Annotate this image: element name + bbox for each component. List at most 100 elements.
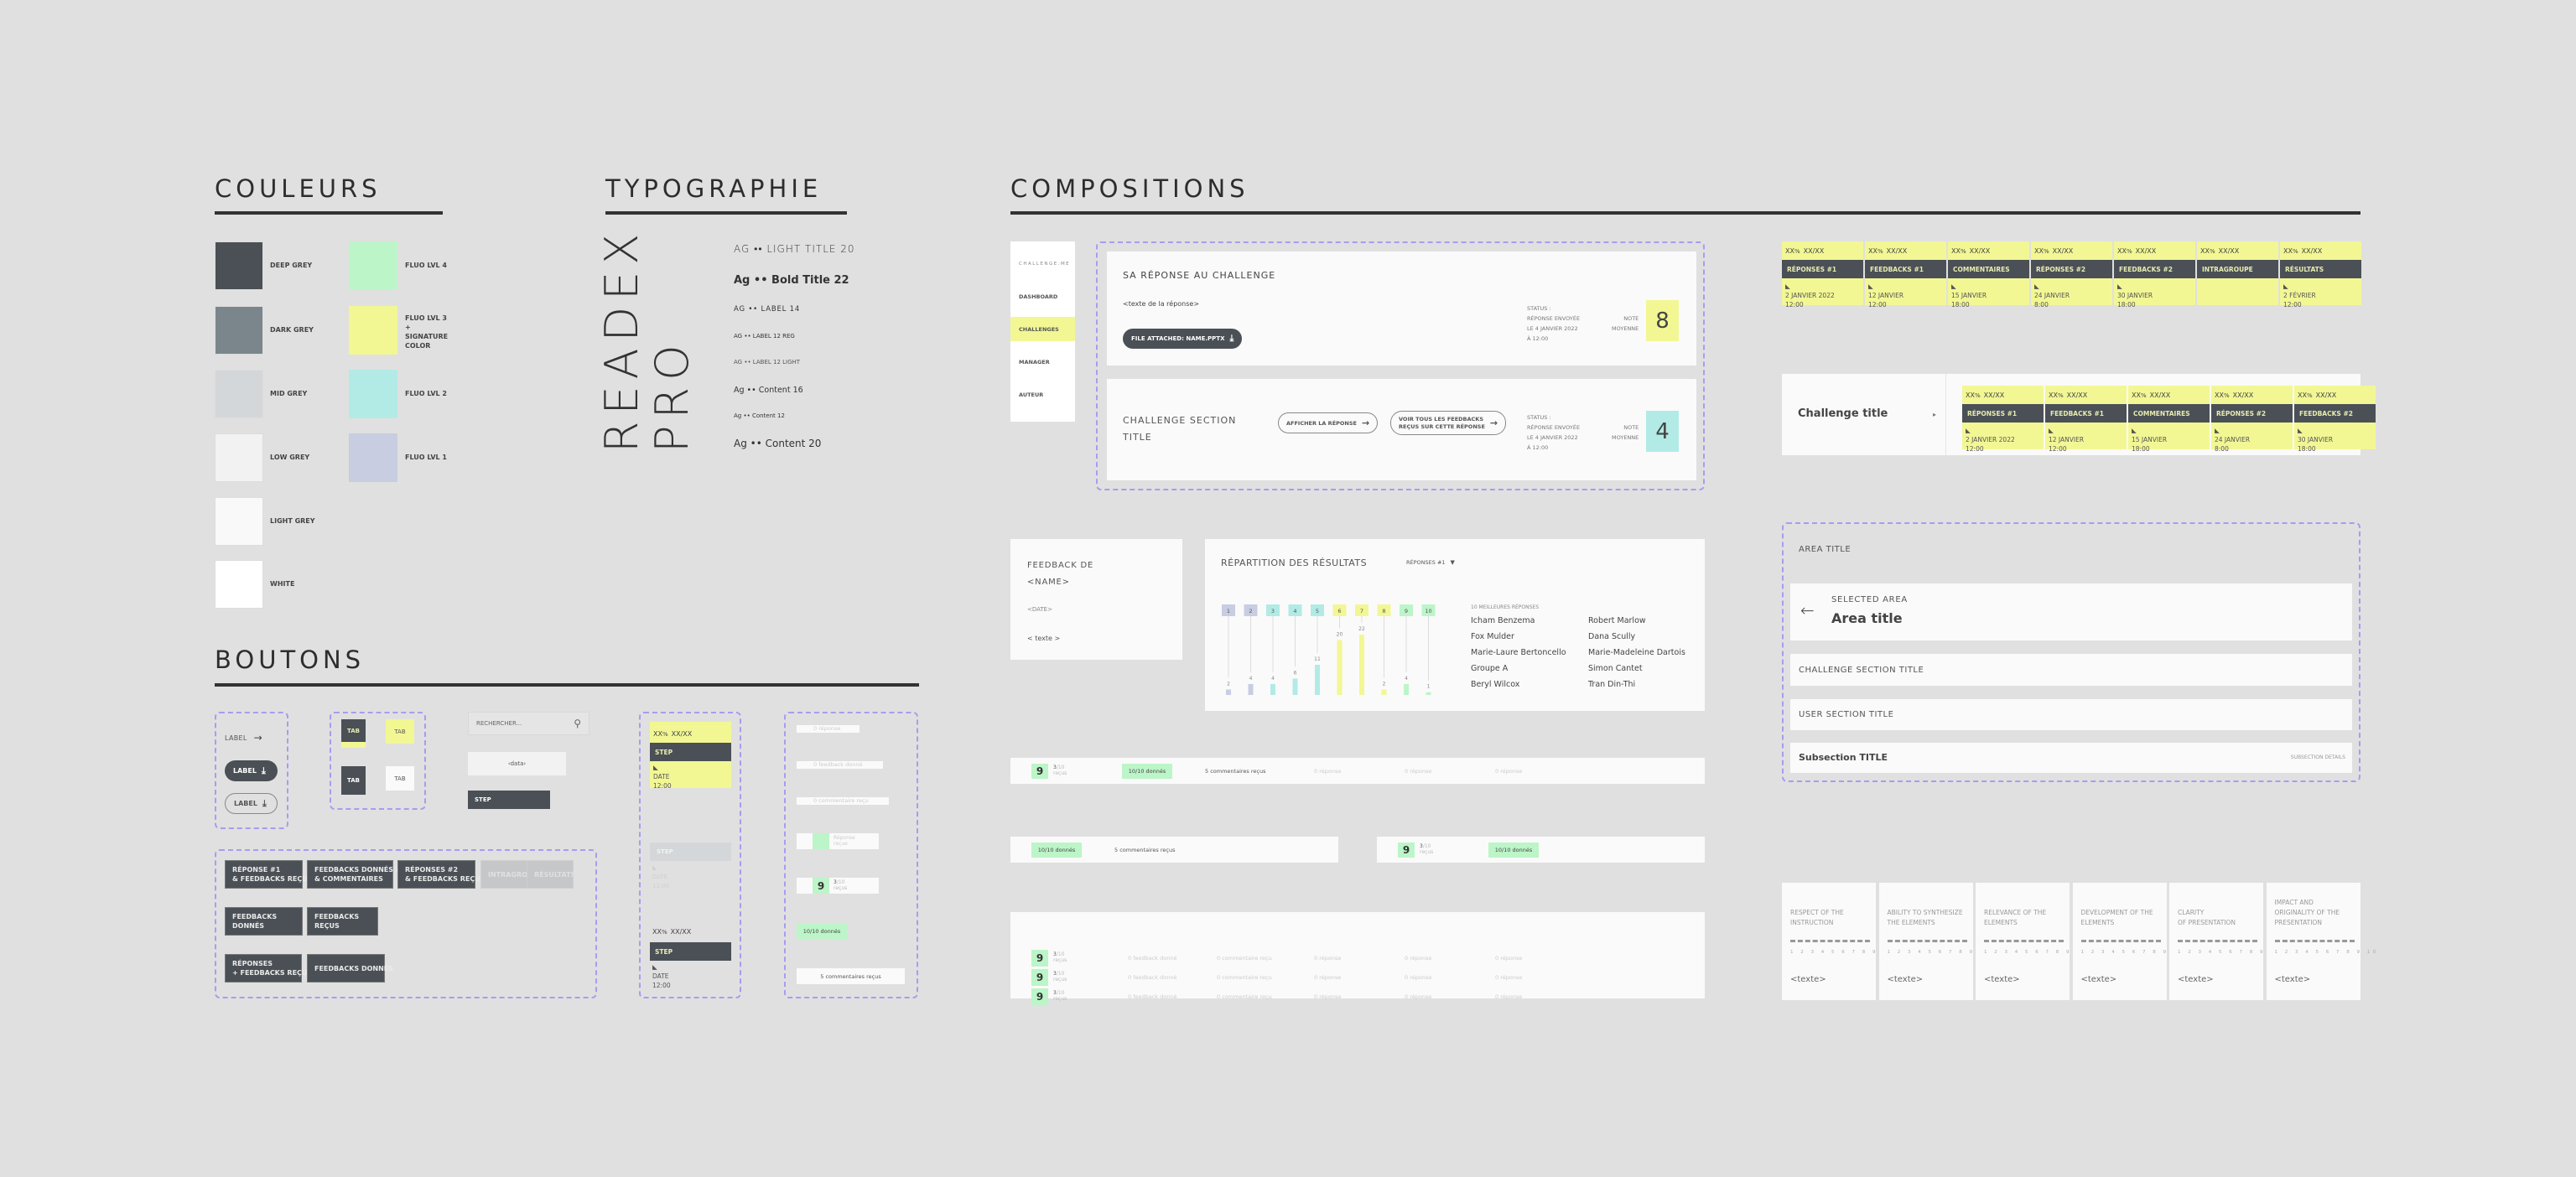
tab-active-dark[interactable]: TAB bbox=[341, 719, 366, 748]
step-card-date: ◣ DATE 12:00 bbox=[652, 963, 671, 989]
view-feedbacks-button[interactable]: VOIR TOUS LES FEEDBACKS REÇUS SUR CETTE … bbox=[1390, 411, 1507, 435]
rating-scale[interactable] bbox=[2274, 940, 2355, 942]
bar bbox=[1381, 689, 1387, 695]
timeline-step[interactable]: XX% XX/XX FEEDBACKS #2 ◣ 30 JANVIER 18:00 bbox=[2114, 241, 2195, 309]
bar bbox=[1226, 689, 1231, 695]
nav-tab[interactable]: FEEDBACKS DONNÉS bbox=[307, 954, 393, 983]
rating-scale[interactable] bbox=[2080, 940, 2161, 942]
pill-outline-button[interactable]: LABEL ⤓ bbox=[225, 793, 278, 814]
step-card-default[interactable]: XX% XX/XX STEP ◣ DATE 12:00 bbox=[650, 923, 731, 990]
step-card-label: STEP bbox=[650, 743, 731, 761]
subsection-row[interactable]: Subsection TITLE SUBSECTION DETAILS bbox=[1790, 743, 2352, 773]
received-count: 3/10 reçus bbox=[1053, 951, 1067, 963]
timeline-step[interactable]: XX% XX/XX FEEDBACKS #1 ◣ 12 JANVIER 12:00 bbox=[1865, 241, 1946, 309]
font-name: READEX PRO bbox=[595, 227, 699, 453]
timeline-step[interactable]: XX% XX/XX RÉPONSES #2 ◣ 24 JANVIER 8:00 bbox=[2211, 386, 2293, 453]
rating-scale[interactable] bbox=[1790, 940, 1870, 942]
sidebar-item-manager[interactable]: MANAGER bbox=[1010, 350, 1075, 374]
timeline-step[interactable]: XX% XX/XX RÉPONSES #1 ◣ 2 JANVIER 2022 12:0… bbox=[1782, 241, 1863, 309]
chip-commentaires: 5 commentaires reçus bbox=[797, 968, 905, 984]
received-count: 3/10 reçus bbox=[834, 879, 848, 891]
bar-category-label: 5 bbox=[1316, 608, 1319, 614]
rating-scale[interactable] bbox=[1984, 940, 2064, 942]
timeline-step[interactable]: XX% XX/XX RÉSULTATS ◣ 2 FÉVRIER 12:00 bbox=[2280, 241, 2361, 309]
bar-category-label: 2 bbox=[1249, 608, 1252, 614]
link-button[interactable]: LABEL → bbox=[225, 732, 262, 744]
nav-tab[interactable]: FEEDBACKS REÇUS bbox=[307, 907, 378, 936]
received-count: 3/10 reçus bbox=[1420, 843, 1434, 855]
section-title-buttons: BOUTONS bbox=[215, 646, 366, 674]
chip-donnes: 10/10 donnés bbox=[797, 923, 847, 939]
table-cell: 0 feedback donné bbox=[1128, 955, 1177, 962]
results-dropdown[interactable]: RÉPONSES #1 ▼ bbox=[1406, 559, 1455, 566]
received-count: 3/10 reçus bbox=[1053, 971, 1067, 983]
show-response-button[interactable]: AFFICHER LA RÉPONSE → bbox=[1278, 412, 1379, 433]
commentaires-text: 5 commentaires reçus bbox=[1205, 768, 1266, 775]
timeline-step[interactable]: XX% XX/XX FEEDBACKS #2 ◣ 30 JANVIER 18:00 bbox=[2294, 386, 2376, 453]
card-title: CHALLENGE SECTION TITLE bbox=[1123, 415, 1237, 443]
step-card-active[interactable]: XX% XX/XX STEP ◣ DATE 12:00 bbox=[650, 722, 731, 790]
subsection-title: Subsection TITLE bbox=[1799, 752, 1888, 763]
file-download-button[interactable]: FILE ATTACHED: NAME.PPTX ⤓ bbox=[1123, 329, 1243, 349]
data-field[interactable]: ‹data› bbox=[468, 752, 566, 775]
timeline-step[interactable]: XX% XX/XX COMMENTAIRES ◣ 15 JANVIER 18:00 bbox=[1948, 241, 2029, 309]
bar-value-label: 22 bbox=[1358, 626, 1365, 632]
nav-tab[interactable]: RÉPONSES + FEEDBACKS REÇUS bbox=[225, 954, 312, 983]
nav-tab[interactable]: RÉPONSE #1 & FEEDBACKS REÇUS bbox=[225, 860, 312, 889]
challenge-section-title: CHALLENGE SECTION TITLE bbox=[1799, 666, 1924, 675]
tab-light[interactable]: TAB bbox=[386, 766, 414, 791]
note-badge: 8 bbox=[1646, 300, 1679, 341]
timeline-date: ◣ 15 JANVIER 18:00 bbox=[2132, 427, 2168, 453]
bar-value-label: 1 bbox=[1427, 684, 1431, 690]
bar-category-label: 10 bbox=[1425, 608, 1431, 614]
color-label: WHITE bbox=[270, 580, 295, 588]
timeline-step[interactable]: XX% XX/XX RÉPONSES #1 ◣ 2 JANVIER 2022 12:0… bbox=[1962, 386, 2044, 453]
caret-right-icon[interactable]: ▸ bbox=[1933, 411, 1936, 418]
timeline-step-label: FEEDBACKS #1 bbox=[1865, 260, 1946, 278]
selected-area[interactable]: ← SELECTED AREA Area title bbox=[1790, 583, 2352, 640]
challenge-title[interactable]: Challenge title bbox=[1798, 407, 1888, 420]
typo-sample: AG •• LABEL 14 bbox=[734, 305, 801, 314]
sidebar-item-challenges[interactable]: CHALLENGES bbox=[1010, 317, 1075, 341]
step-card-label: STEP bbox=[650, 942, 731, 961]
timeline-step[interactable]: XX% XX/XX COMMENTAIRES ◣ 15 JANVIER 18:00 bbox=[2128, 386, 2210, 453]
timeline-step[interactable]: XX% XX/XX INTRAGROUPE bbox=[2197, 241, 2278, 305]
step-card-disabled-date: ◣ DATE 12:00 bbox=[652, 864, 670, 889]
color-swatch bbox=[215, 241, 263, 290]
sidebar-item-dashboard[interactable]: DASHBOARD bbox=[1010, 284, 1075, 309]
challenge-section-title-row[interactable]: CHALLENGE SECTION TITLE bbox=[1790, 654, 2352, 686]
bar bbox=[1359, 635, 1364, 695]
rating-scale[interactable] bbox=[1887, 940, 1967, 942]
tab-active-yellow[interactable]: TAB bbox=[386, 719, 414, 744]
bar-category-label: 9 bbox=[1405, 608, 1408, 614]
score-badge: 9 bbox=[1031, 950, 1048, 967]
criteria-card: DEVELOPMENT OF THE ELEMENTS 1 2 3 4 5 6 … bbox=[2072, 883, 2182, 1000]
user-section-title-row[interactable]: USER SECTION TITLE bbox=[1790, 699, 2352, 730]
bar bbox=[1426, 692, 1431, 695]
rating-scale[interactable] bbox=[2178, 940, 2257, 942]
color-label: FLUO LVL 1 bbox=[405, 454, 447, 461]
timeline-date: ◣ 30 JANVIER 18:00 bbox=[2298, 427, 2334, 453]
step-button[interactable]: STEP bbox=[468, 791, 550, 809]
chip-label: Réponse reçue bbox=[834, 835, 855, 847]
timeline-step[interactable]: XX% XX/XX FEEDBACKS #1 ◣ 12 JANVIER 12:00 bbox=[2045, 386, 2127, 453]
bar-category-label: 4 bbox=[1293, 608, 1296, 614]
pill-dark-button[interactable]: LABEL ⤓ bbox=[225, 760, 278, 781]
divider bbox=[1010, 211, 2360, 215]
nav-tab[interactable]: FEEDBACKS DONNÉS #1 & COMMENTAIRES bbox=[307, 860, 406, 889]
button-label: VOIR TOUS LES FEEDBACKS REÇUS SUR CETTE … bbox=[1399, 415, 1485, 430]
tab-dark[interactable]: TAB bbox=[341, 766, 366, 795]
search-input[interactable]: RECHERCHER... ⚲ bbox=[468, 712, 589, 735]
feedback-card: FEEDBACK DE <NAME> <DATE> < texte > bbox=[1010, 539, 1182, 660]
feedback-date: <DATE> bbox=[1027, 606, 1052, 613]
timeline-step[interactable]: XX% XX/XX RÉPONSES #2 ◣ 24 JANVIER 8:00 bbox=[2031, 241, 2112, 309]
chip-reponse-recue: Réponse reçue bbox=[797, 833, 879, 849]
best-list-item: Marie-Madeleine Dartois bbox=[1588, 648, 1685, 657]
bar-value-label: 4 bbox=[1271, 676, 1275, 682]
back-arrow-icon[interactable]: ← bbox=[1800, 600, 1815, 620]
bar-value-label: 2 bbox=[1227, 681, 1230, 687]
criteria-title: IMPACT AND ORIGINALITY OF THE PRESENTATI… bbox=[2274, 899, 2340, 926]
nav-tab[interactable]: RÉPONSES #2 & FEEDBACKS REÇUS bbox=[397, 860, 485, 889]
sidebar-item-auteur[interactable]: AUTEUR bbox=[1010, 382, 1075, 407]
nav-tab[interactable]: FEEDBACKS DONNÉS bbox=[225, 907, 303, 936]
